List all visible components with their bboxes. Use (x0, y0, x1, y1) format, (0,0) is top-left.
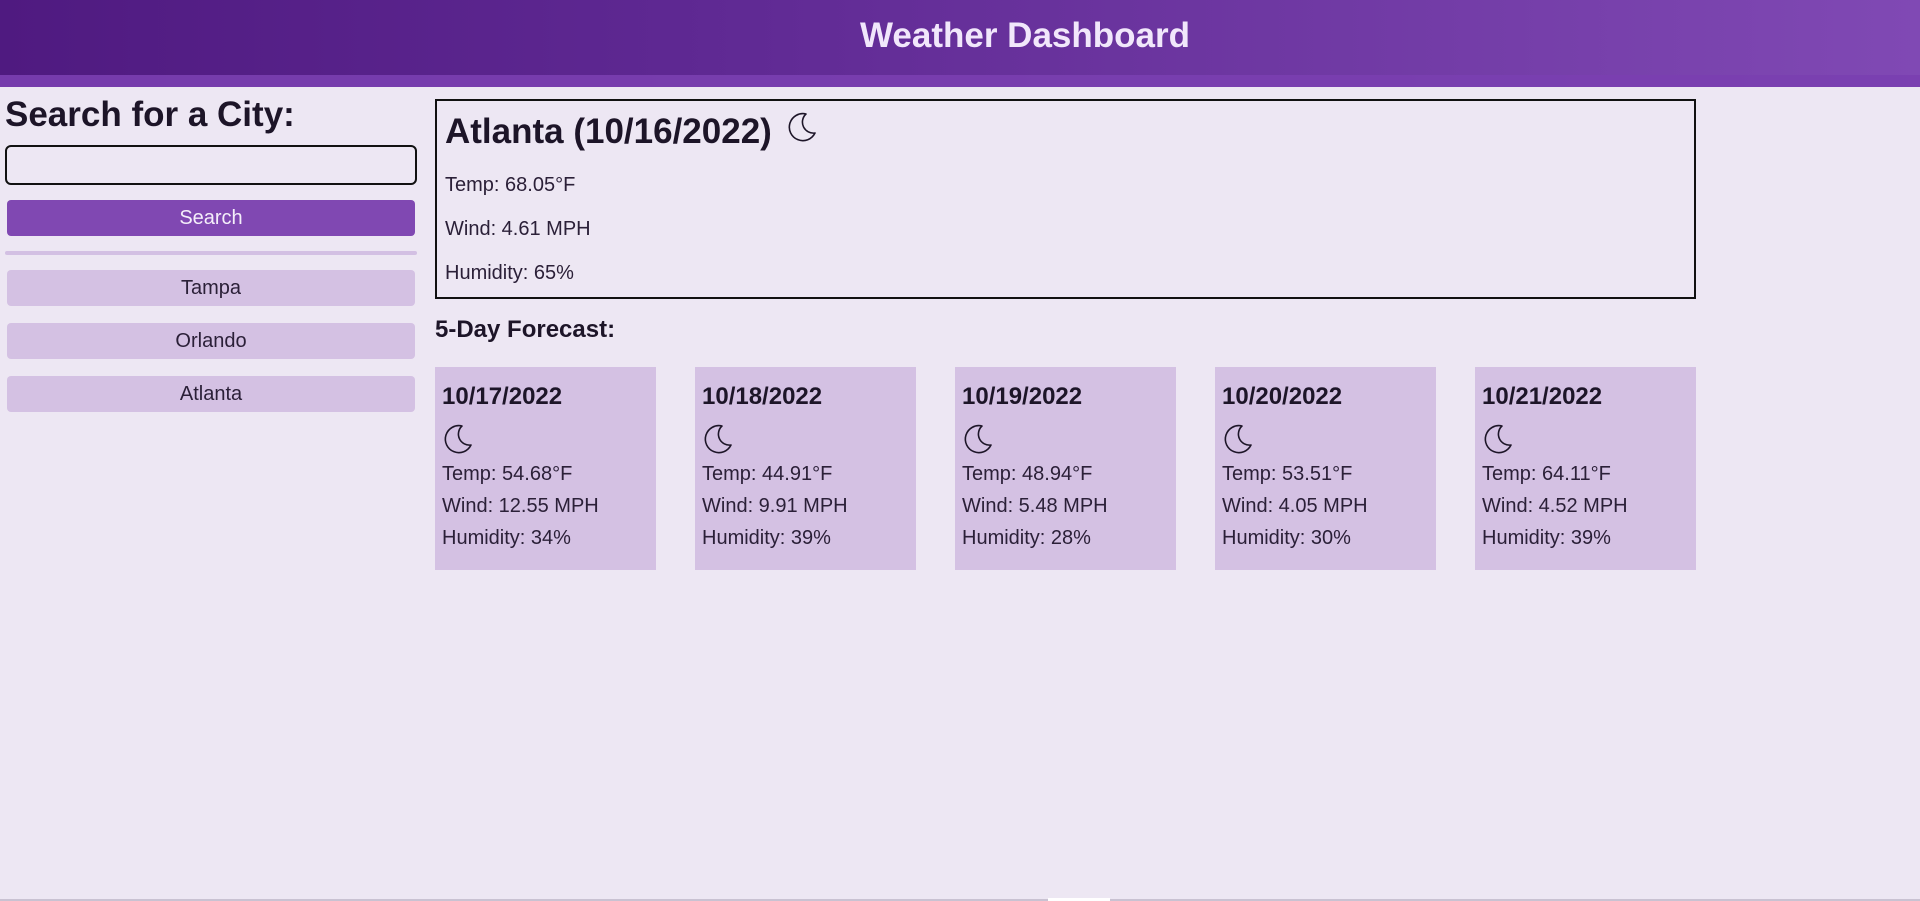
search-button[interactable]: Search (7, 200, 415, 236)
city-search-input[interactable] (5, 145, 417, 185)
history-city-button-tampa[interactable]: Tampa (7, 270, 415, 306)
moon-icon (786, 111, 818, 152)
page-title: Weather Dashboard (860, 16, 1190, 55)
current-wind: Wind: 4.61 MPH (445, 218, 591, 240)
header-band (0, 75, 1920, 87)
search-history-list: Tampa Orlando Atlanta (5, 270, 417, 412)
forecast-temp: Temp: 53.51°F (1222, 463, 1353, 485)
forecast-humidity: Humidity: 39% (702, 527, 831, 549)
sidebar-divider (5, 251, 417, 255)
moon-icon (702, 423, 916, 457)
moon-icon (442, 423, 656, 457)
forecast-date: 10/17/2022 (442, 383, 563, 410)
current-temp: Temp: 68.05°F (445, 174, 576, 196)
forecast-temp: Temp: 54.68°F (442, 463, 573, 485)
forecast-date: 10/20/2022 (1222, 383, 1343, 410)
forecast-date: 10/19/2022 (962, 383, 1083, 410)
forecast-heading: 5-Day Forecast: (435, 316, 616, 343)
forecast-wind: Wind: 9.91 MPH (702, 495, 848, 517)
history-city-button-atlanta[interactable]: Atlanta (7, 376, 415, 412)
history-city-button-orlando[interactable]: Orlando (7, 323, 415, 359)
moon-icon (1222, 423, 1436, 457)
forecast-card: 10/20/2022 Temp: 53.51°F Wind: 4.05 MPH … (1215, 367, 1436, 570)
search-heading: Search for a City: (5, 95, 295, 134)
forecast-card: 10/21/2022 Temp: 64.11°F Wind: 4.52 MPH … (1475, 367, 1696, 570)
forecast-temp: Temp: 48.94°F (962, 463, 1093, 485)
current-weather-card: Atlanta (10/16/2022) Temp: 68.05°F Wind:… (435, 99, 1696, 299)
forecast-date: 10/18/2022 (702, 383, 823, 410)
forecast-humidity: Humidity: 39% (1482, 527, 1611, 549)
current-humidity: Humidity: 65% (445, 262, 574, 284)
forecast-wind: Wind: 4.52 MPH (1482, 495, 1628, 517)
current-city-date: Atlanta (10/16/2022) (445, 111, 772, 151)
forecast-card: 10/19/2022 Temp: 48.94°F Wind: 5.48 MPH … (955, 367, 1176, 570)
forecast-wind: Wind: 5.48 MPH (962, 495, 1108, 517)
forecast-date: 10/21/2022 (1482, 383, 1603, 410)
forecast-row: 10/17/2022 Temp: 54.68°F Wind: 12.55 MPH… (435, 367, 1696, 570)
forecast-humidity: Humidity: 34% (442, 527, 571, 549)
forecast-card: 10/18/2022 Temp: 44.91°F Wind: 9.91 MPH … (695, 367, 916, 570)
current-weather-title-row: Atlanta (10/16/2022) (445, 111, 1694, 152)
forecast-wind: Wind: 12.55 MPH (442, 495, 599, 517)
forecast-temp: Temp: 44.91°F (702, 463, 833, 485)
forecast-humidity: Humidity: 28% (962, 527, 1091, 549)
moon-icon (962, 423, 1176, 457)
app-header: Weather Dashboard (0, 0, 1920, 87)
forecast-temp: Temp: 64.11°F (1482, 463, 1611, 485)
moon-icon (1482, 423, 1696, 457)
forecast-wind: Wind: 4.05 MPH (1222, 495, 1368, 517)
forecast-humidity: Humidity: 30% (1222, 527, 1351, 549)
forecast-card: 10/17/2022 Temp: 54.68°F Wind: 12.55 MPH… (435, 367, 656, 570)
search-sidebar: Search for a City: Search Tampa Orlando … (5, 95, 417, 429)
